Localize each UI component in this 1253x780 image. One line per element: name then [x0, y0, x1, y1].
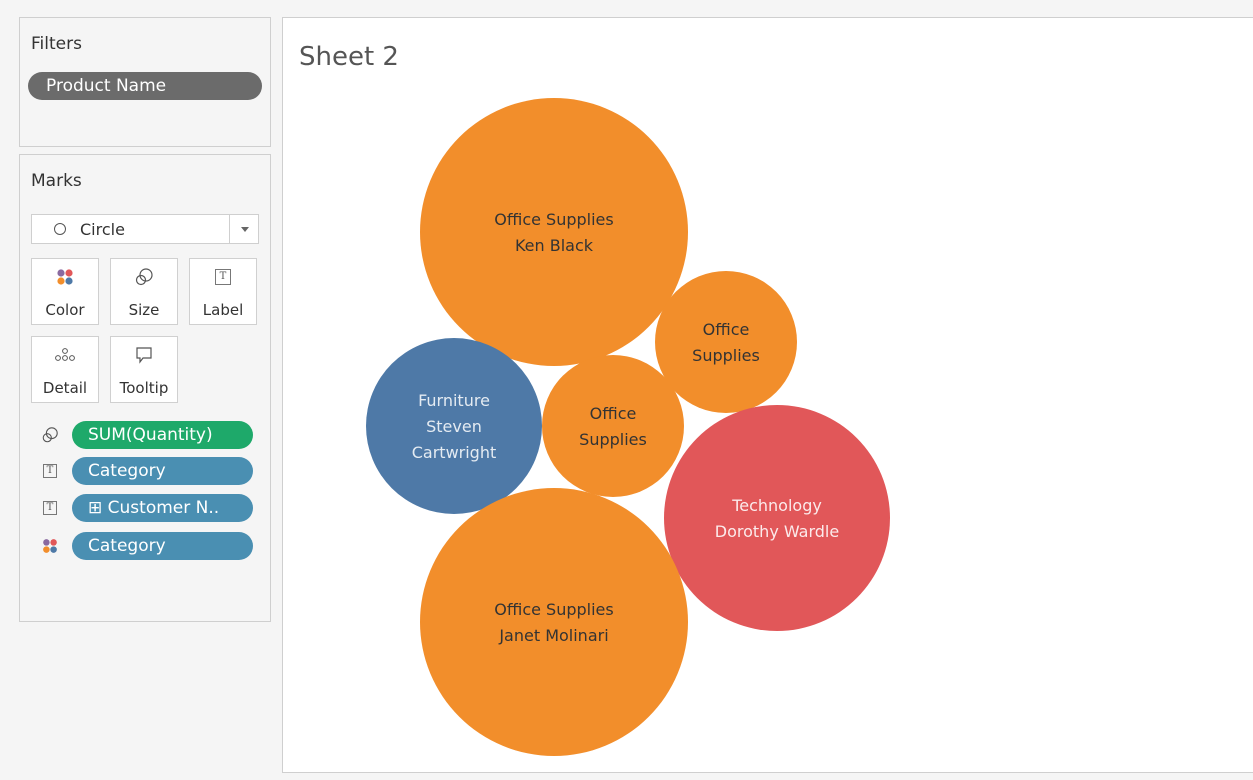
bubble-mark[interactable] [420, 98, 688, 366]
bubble-mark[interactable] [420, 488, 688, 756]
bubble-label: Office [590, 404, 637, 423]
customer-name-pill[interactable]: ⊞ Customer N.. [72, 494, 253, 522]
bubble-label: Office Supplies [494, 210, 613, 229]
bubble-mark[interactable] [664, 405, 890, 631]
size-card-button[interactable]: Size [110, 258, 178, 325]
bubble-label: Ken Black [515, 236, 594, 255]
mark-type-dropdown[interactable]: Circle [31, 214, 259, 244]
mark-type-label: Circle [80, 220, 125, 239]
label-t-icon: T [41, 462, 59, 480]
color-card-button[interactable]: Color [31, 258, 99, 325]
bubble-mark[interactable] [542, 355, 684, 497]
tooltip-bubble-icon [111, 345, 177, 365]
color-dots-icon [41, 537, 59, 555]
label-card-button[interactable]: T Label [189, 258, 257, 325]
size-icon [111, 267, 177, 287]
bubble-label: Janet Molinari [498, 626, 608, 645]
category-label-pill[interactable]: Category [72, 457, 253, 485]
detail-card-label: Detail [42, 379, 88, 397]
marks-title: Marks [31, 171, 82, 191]
worksheet-view: Sheet 2 Office Supplies Ken Black Office Su… [282, 17, 1253, 773]
label-t-icon: T [41, 499, 59, 517]
bubble-mark[interactable] [655, 271, 797, 413]
bubble-label: Office Supplies [494, 600, 613, 619]
bubble-label: Supplies [579, 430, 647, 449]
bubble-label: Dorothy Wardle [715, 522, 839, 541]
bubble-chart: Office Supplies Ken Black Office Supplies Fu… [366, 98, 890, 756]
detail-dots-icon [32, 345, 98, 365]
bubble-label: Office [703, 320, 750, 339]
circle-mark-icon [54, 223, 66, 235]
marks-shelf-row-size: SUM(Quantity) [28, 420, 264, 450]
marks-shelf-row-color-category: Category [28, 531, 264, 561]
marks-shelf-row-label-category: T Category [28, 456, 264, 486]
sum-quantity-pill[interactable]: SUM(Quantity) [72, 421, 253, 449]
color-card-label: Color [45, 301, 85, 319]
size-card-label: Size [128, 301, 160, 319]
marks-card: Marks Circle Color Size T Label Detail T… [19, 154, 271, 622]
chevron-down-icon[interactable] [241, 227, 249, 232]
tooltip-card-label: Tooltip [119, 379, 169, 397]
label-card-label: Label [202, 301, 244, 319]
bubble-label: Steven [426, 417, 482, 436]
marks-shelf-row-label-customer: T ⊞ Customer N.. [28, 493, 264, 523]
filter-pill-product-name[interactable]: Product Name [28, 72, 262, 100]
filters-title: Filters [31, 34, 82, 54]
bubble-label: Cartwright [412, 443, 497, 462]
tooltip-card-button[interactable]: Tooltip [110, 336, 178, 403]
dropdown-divider [229, 215, 230, 243]
color-dots-icon [32, 267, 98, 287]
bubble-label: Furniture [418, 391, 490, 410]
bubble-label: Supplies [692, 346, 760, 365]
bubble-label: Technology [731, 496, 822, 515]
detail-card-button[interactable]: Detail [31, 336, 99, 403]
label-t-icon: T [190, 267, 256, 287]
category-color-pill[interactable]: Category [72, 532, 253, 560]
size-icon [41, 426, 59, 444]
filters-shelf: Filters Product Name [19, 17, 271, 147]
